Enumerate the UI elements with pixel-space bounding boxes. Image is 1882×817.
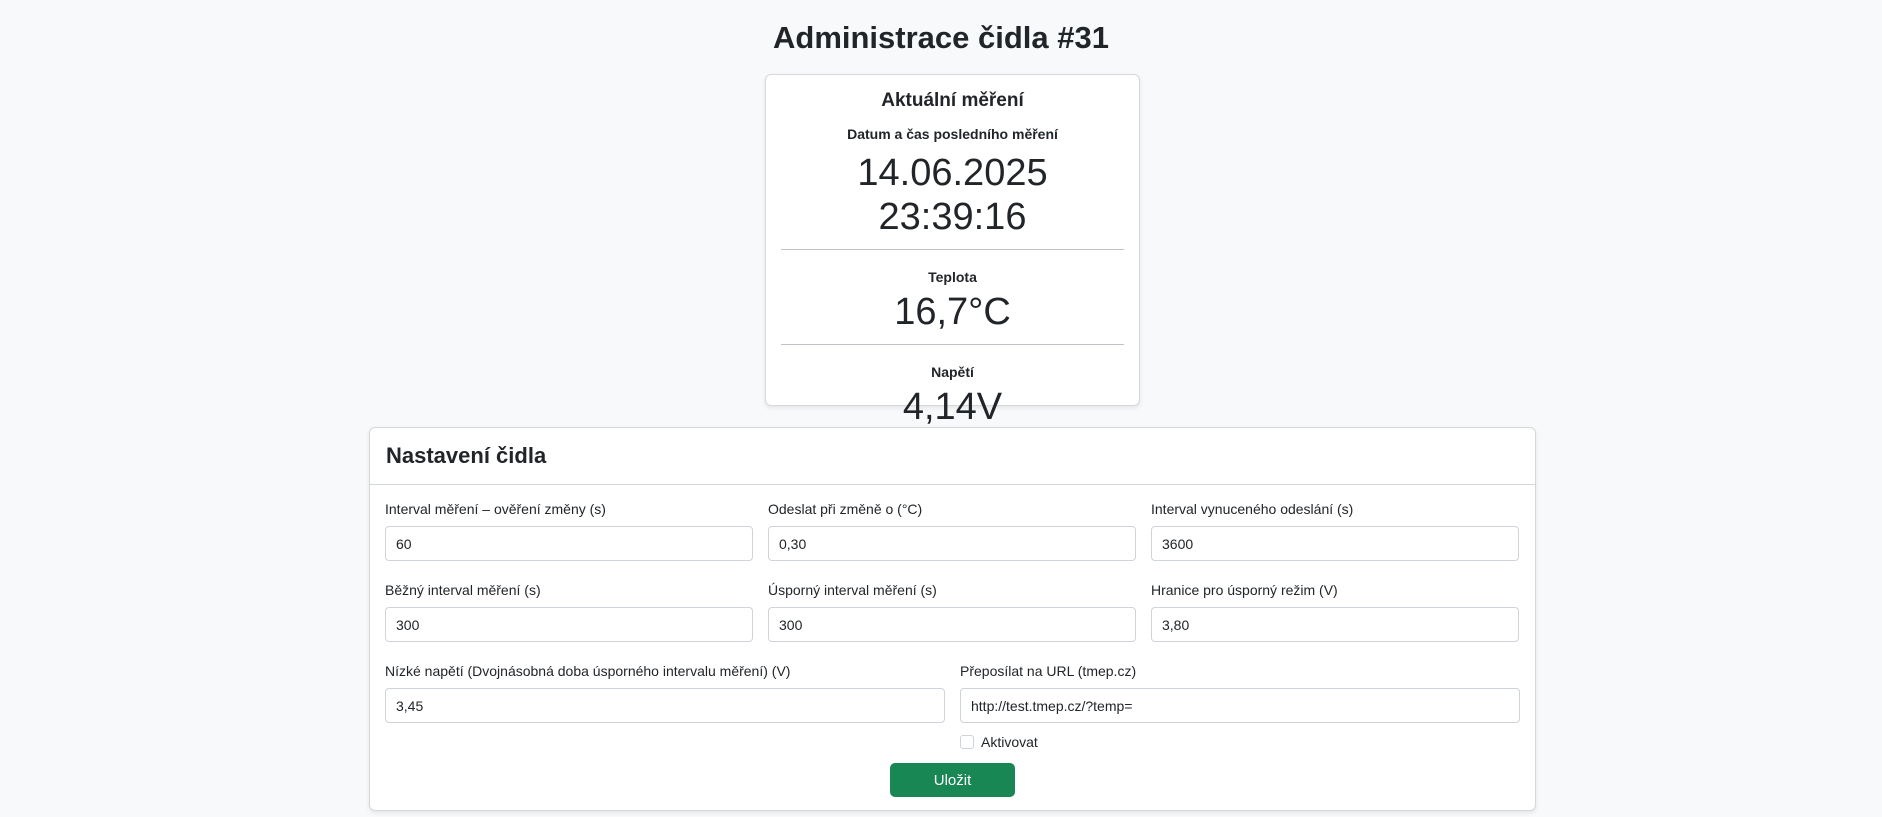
field-normal-interval: Běžný interval měření (s)	[385, 581, 753, 642]
voltage-block: Napětí 4,14V	[781, 345, 1124, 429]
temperature-block: Teplota 16,7°C	[781, 250, 1124, 334]
field-low-voltage: Nízké napětí (Dvojnásobná doba úsporného…	[385, 662, 945, 751]
interval-check-input[interactable]	[385, 526, 753, 561]
datetime-block: Datum a čas posledního měření 14.06.2025…	[781, 125, 1124, 239]
field-eco-threshold: Hranice pro úsporný režim (V)	[1151, 581, 1519, 642]
save-area: Uložit	[385, 763, 1520, 797]
save-button[interactable]: Uložit	[890, 763, 1015, 797]
forced-send-label: Interval vynuceného odeslání (s)	[1151, 501, 1354, 517]
field-send-on-change: Odeslat při změně o (°C)	[768, 500, 1136, 561]
eco-interval-input[interactable]	[768, 607, 1136, 642]
field-forced-send: Interval vynuceného odeslání (s)	[1151, 500, 1519, 561]
low-voltage-label: Nízké napětí (Dvojnásobná doba úsporného…	[385, 663, 791, 679]
settings-title: Nastavení čidla	[386, 443, 547, 468]
normal-interval-label: Běžný interval měření (s)	[385, 582, 541, 598]
temperature-label: Teplota	[928, 269, 977, 285]
settings-row: Interval měření – ověření změny (s) Odes…	[385, 500, 1520, 561]
settings-form: Interval měření – ověření změny (s) Odes…	[370, 485, 1535, 797]
low-voltage-input[interactable]	[385, 688, 945, 723]
forward-url-input[interactable]	[960, 688, 1520, 723]
send-on-change-input[interactable]	[768, 526, 1136, 561]
current-measurement-card: Aktuální měření Datum a čas posledního m…	[765, 74, 1140, 428]
eco-threshold-label: Hranice pro úsporný režim (V)	[1151, 582, 1338, 598]
voltage-label: Napětí	[931, 364, 974, 380]
temperature-value: 16,7°C	[894, 291, 1011, 333]
measurement-card-title: Aktuální měření	[881, 90, 1024, 111]
send-on-change-label: Odeslat při změně o (°C)	[768, 501, 923, 517]
activate-checkbox[interactable]	[960, 735, 974, 749]
sensor-settings-card: Nastavení čidla Interval měření – ověřen…	[369, 427, 1536, 811]
eco-threshold-input[interactable]	[1151, 607, 1519, 642]
field-eco-interval: Úsporný interval měření (s)	[768, 581, 1136, 642]
activate-checkbox-row: Aktivovat	[960, 733, 1520, 751]
settings-row: Běžný interval měření (s) Úsporný interv…	[385, 581, 1520, 642]
activate-label: Aktivovat	[981, 734, 1038, 750]
normal-interval-input[interactable]	[385, 607, 753, 642]
datetime-label: Datum a čas posledního měření	[847, 126, 1058, 142]
datetime-value: 14.06.2025 23:39:16	[857, 152, 1048, 238]
voltage-value: 4,14V	[902, 386, 1003, 428]
settings-row: Nízké napětí (Dvojnásobná doba úsporného…	[385, 662, 1520, 751]
page-title: Administrace čidla #31	[773, 20, 1109, 55]
forward-url-label: Přeposílat na URL (tmep.cz)	[960, 663, 1137, 679]
field-forward-url: Přeposílat na URL (tmep.cz) Aktivovat	[960, 662, 1520, 751]
field-interval-check: Interval měření – ověření změny (s)	[385, 500, 753, 561]
settings-header: Nastavení čidla	[370, 428, 1535, 485]
eco-interval-label: Úsporný interval měření (s)	[768, 582, 937, 598]
interval-check-label: Interval měření – ověření změny (s)	[385, 501, 606, 517]
forced-send-input[interactable]	[1151, 526, 1519, 561]
